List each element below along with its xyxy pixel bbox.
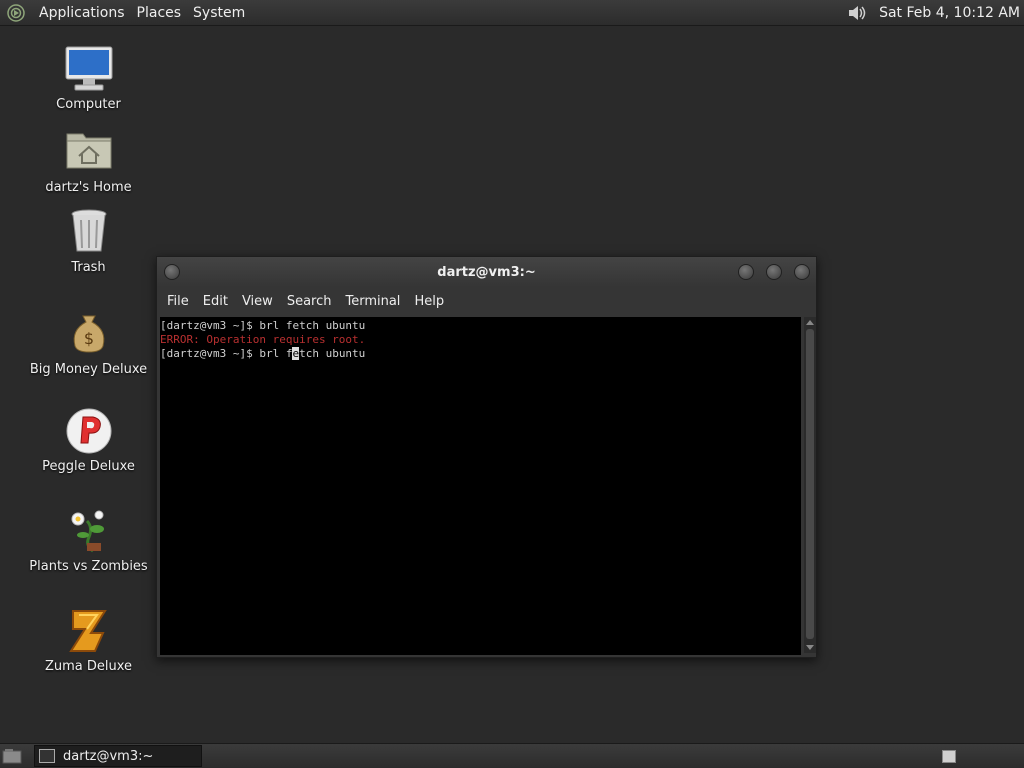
bottom-panel: dartz@vm3:~ <box>0 743 1024 768</box>
desktop-icon-label: Zuma Deluxe <box>44 659 133 674</box>
trash-icon <box>65 208 113 256</box>
scrollbar-thumb[interactable] <box>806 329 814 639</box>
zuma-icon <box>65 607 113 655</box>
desktop-icon-label: Plants vs Zombies <box>29 559 148 574</box>
terminal-output[interactable]: [dartz@vm3 ~]$ brl fetch ubuntu ERROR: O… <box>160 317 801 655</box>
svg-text:$: $ <box>83 329 93 348</box>
close-icon[interactable] <box>794 264 810 280</box>
prompt-text-rest: tch ubuntu <box>299 347 366 360</box>
terminal-error-line: ERROR: Operation requires root. <box>160 333 366 346</box>
menu-help[interactable]: Help <box>407 294 451 309</box>
menu-system[interactable]: System <box>187 5 251 21</box>
desktop-icon-label: Big Money Deluxe <box>29 362 148 377</box>
computer-icon <box>65 45 113 93</box>
desktop-icon-label: Peggle Deluxe <box>42 459 135 474</box>
show-desktop-icon[interactable] <box>2 747 22 765</box>
terminal-prompt-line: [dartz@vm3 ~]$ brl fetch ubuntu <box>160 347 801 361</box>
prompt-text: [dartz@vm3 ~]$ brl f <box>160 347 293 360</box>
terminal-icon <box>39 749 55 763</box>
workspace-switcher[interactable] <box>942 749 956 763</box>
menu-applications[interactable]: Applications <box>33 5 131 21</box>
window-menu-icon[interactable] <box>164 264 180 280</box>
desktop-icon-label: Trash <box>71 260 106 275</box>
desktop-icon-plants-vs-zombies[interactable]: Plants vs Zombies <box>20 507 157 574</box>
home-folder-icon <box>65 128 113 176</box>
desktop-icon-peggle[interactable]: Peggle Deluxe <box>20 407 157 474</box>
taskbar-label: dartz@vm3:~ <box>63 748 154 764</box>
desktop-icon-trash[interactable]: Trash <box>20 208 157 275</box>
menu-search[interactable]: Search <box>280 294 339 309</box>
speaker-icon[interactable] <box>847 3 869 23</box>
scroll-up-arrow-icon[interactable] <box>806 319 814 327</box>
desktop-icon-home[interactable]: dartz's Home <box>20 128 157 195</box>
minimize-icon[interactable] <box>738 264 754 280</box>
window-titlebar[interactable]: dartz@vm3:~ <box>157 257 816 287</box>
desktop-icon-computer[interactable]: Computer <box>20 45 157 112</box>
terminal-line: [dartz@vm3 ~]$ brl fetch ubuntu <box>160 319 366 332</box>
menu-terminal[interactable]: Terminal <box>338 294 407 309</box>
panel-clock[interactable]: Sat Feb 4, 10:12 AM <box>879 5 1020 21</box>
menu-places[interactable]: Places <box>131 5 188 21</box>
menu-view[interactable]: View <box>235 294 280 309</box>
money-bag-icon: $ <box>65 310 113 358</box>
plants-vs-zombies-icon <box>65 507 113 555</box>
desktop-icon-label: dartz's Home <box>45 180 132 195</box>
applications-logo-icon[interactable] <box>7 3 25 22</box>
terminal-window: dartz@vm3:~ File Edit View Search Termin… <box>156 256 817 658</box>
window-title: dartz@vm3:~ <box>437 264 536 280</box>
desktop-icon-zuma[interactable]: Zuma Deluxe <box>20 607 157 674</box>
maximize-icon[interactable] <box>766 264 782 280</box>
desktop-icon-label: Computer <box>56 97 121 112</box>
peggle-icon <box>65 407 113 455</box>
terminal-menubar: File Edit View Search Terminal Help <box>157 287 816 315</box>
taskbar-button-terminal[interactable]: dartz@vm3:~ <box>34 745 202 767</box>
menu-edit[interactable]: Edit <box>196 294 235 309</box>
top-panel: Applications Places System Sat Feb 4, 10… <box>0 0 1024 26</box>
terminal-scrollbar[interactable] <box>804 317 816 653</box>
desktop-icon-big-money[interactable]: $ Big Money Deluxe <box>20 310 157 377</box>
scroll-down-arrow-icon[interactable] <box>806 643 814 651</box>
menu-file[interactable]: File <box>160 294 196 309</box>
